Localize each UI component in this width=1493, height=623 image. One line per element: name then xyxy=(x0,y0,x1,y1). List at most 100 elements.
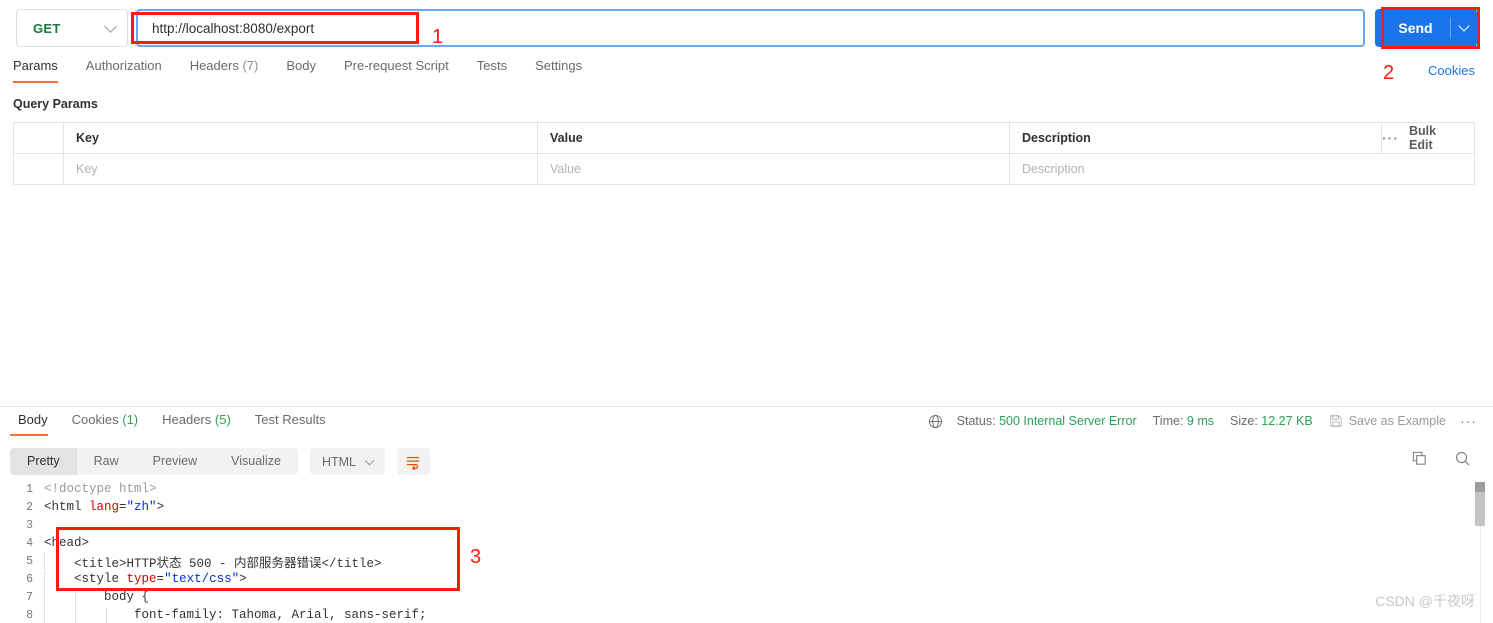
response-tab-headers-label: Headers xyxy=(162,412,212,427)
query-params-title: Query Params xyxy=(13,97,98,111)
response-tab-headers[interactable]: Headers (5) xyxy=(150,410,243,436)
row-description-cell[interactable]: Description xyxy=(1009,153,1475,185)
code-line: 5 <title>HTTP状态 500 - 内部服务器错误</title> xyxy=(0,551,1493,571)
tab-tests-label: Tests xyxy=(476,58,508,73)
response-tab-test-results[interactable]: Test Results xyxy=(243,410,338,436)
chevron-down-icon xyxy=(364,455,375,465)
url-input[interactable] xyxy=(136,9,1365,47)
indent-guide xyxy=(44,572,45,590)
time-text: Time: 9 ms xyxy=(1153,414,1214,428)
indent-guide xyxy=(106,608,107,623)
code-line-text: <title>HTTP状态 500 - 内部服务器错误</title> xyxy=(44,551,382,571)
code-line: 7 body { xyxy=(0,588,1493,608)
response-tab-body-label: Body xyxy=(18,412,48,427)
code-line: 2 <html lang="zh"> xyxy=(0,498,1493,516)
tab-params[interactable]: Params xyxy=(13,56,72,83)
format-tab-group: Pretty Raw Preview Visualize xyxy=(10,448,298,475)
status-label: Status: xyxy=(956,414,996,428)
indent-guide xyxy=(44,551,45,570)
tab-body-label: Body xyxy=(286,58,316,73)
indent-guide xyxy=(75,608,76,623)
response-tab-cookies-count: (1) xyxy=(122,412,139,427)
send-options-caret[interactable] xyxy=(1451,20,1477,34)
status-value: 500 Internal Server Error xyxy=(999,414,1137,428)
copy-icon[interactable] xyxy=(1411,450,1428,472)
http-method-label: GET xyxy=(33,20,61,36)
column-actions: ··· Bulk Edit xyxy=(1381,122,1475,154)
time-value: 9 ms xyxy=(1186,414,1214,428)
column-checkbox xyxy=(13,122,64,154)
response-format-toolbar: Pretty Raw Preview Visualize HTML xyxy=(10,448,430,475)
tab-headers-label: Headers xyxy=(189,58,239,73)
save-icon xyxy=(1329,415,1342,427)
watermark: CSDN @千夜呀 xyxy=(1375,593,1475,609)
indent-guide xyxy=(75,590,76,608)
row-value-cell[interactable]: Value xyxy=(537,153,1010,185)
indent-guide xyxy=(44,590,45,608)
language-select-label: HTML xyxy=(321,454,356,469)
language-select[interactable]: HTML xyxy=(309,448,385,475)
tab-settings[interactable]: Settings xyxy=(521,56,596,83)
chevron-down-icon xyxy=(1458,20,1470,32)
code-scrollbar-thumb[interactable] xyxy=(1475,482,1485,526)
response-status-bar: Status: 500 Internal Server Error Time: … xyxy=(928,413,1477,429)
globe-icon xyxy=(928,414,943,429)
tab-body[interactable]: Body xyxy=(272,56,330,83)
code-line-number: 3 xyxy=(26,518,33,532)
code-line-number: 1 xyxy=(26,482,33,496)
size-value: 12.27 KB xyxy=(1261,414,1313,428)
code-line-text: <head> xyxy=(44,536,90,550)
column-key: Key xyxy=(63,122,538,154)
tab-tests[interactable]: Tests xyxy=(463,56,521,83)
response-tab-test-results-label: Test Results xyxy=(254,412,326,427)
response-tab-cookies[interactable]: Cookies (1) xyxy=(60,410,150,436)
http-method-select[interactable]: GET xyxy=(16,9,128,47)
tab-headers[interactable]: Headers (7) xyxy=(176,56,273,83)
size-label: Size: xyxy=(1230,414,1258,428)
table-row[interactable]: Key Value Description xyxy=(13,153,1475,185)
cookies-link[interactable]: Cookies xyxy=(1428,63,1475,78)
send-button[interactable]: Send xyxy=(1375,9,1477,47)
code-scrollbar[interactable] xyxy=(1475,482,1485,623)
wrap-lines-button[interactable] xyxy=(396,448,430,475)
tab-params-label: Params xyxy=(13,58,58,73)
tab-settings-label: Settings xyxy=(535,58,583,73)
code-line-number: 2 xyxy=(26,500,33,514)
code-line: 3 xyxy=(0,516,1493,534)
table-header-row: Key Value Description ··· Bulk Edit xyxy=(13,122,1475,154)
format-tab-visualize[interactable]: Visualize xyxy=(214,448,298,475)
send-button-wrapper: Send xyxy=(1375,9,1477,47)
code-line: 4 <head> xyxy=(0,534,1493,552)
code-line: 1 <!doctype html> xyxy=(0,480,1493,498)
format-tab-pretty[interactable]: Pretty xyxy=(10,448,77,475)
url-input-wrapper xyxy=(136,9,1365,47)
chevron-down-icon xyxy=(104,19,117,33)
code-line: 6 <style type="text/css"> xyxy=(0,570,1493,590)
tab-pre-request-script[interactable]: Pre-request Script xyxy=(330,56,463,83)
format-tab-raw[interactable]: Raw xyxy=(77,448,136,475)
code-line: 8 font-family: Tahoma, Arial, sans-serif… xyxy=(0,606,1493,623)
code-line-number: 6 xyxy=(26,572,33,586)
indent-guide xyxy=(44,608,45,623)
bulk-edit-link[interactable]: Bulk Edit xyxy=(1409,124,1462,152)
time-label: Time: xyxy=(1152,414,1184,428)
row-key-cell[interactable]: Key xyxy=(63,153,538,185)
table-options-icon[interactable]: ··· xyxy=(1382,130,1399,146)
save-as-example-button[interactable]: Save as Example xyxy=(1329,414,1446,428)
save-as-example-label: Save as Example xyxy=(1348,414,1446,428)
response-body-code[interactable]: 1 <!doctype html> 2 <html lang="zh"> 3 4 <head… xyxy=(0,480,1493,623)
code-line-text: body { xyxy=(44,590,149,608)
response-tab-headers-count: (5) xyxy=(214,412,231,427)
format-tab-preview[interactable]: Preview xyxy=(136,448,214,475)
postman-window: GET Send 1 2 Params Authorization Header… xyxy=(0,0,1493,623)
size-text: Size: 12.27 KB xyxy=(1230,414,1313,428)
request-url-row: GET Send xyxy=(0,0,1493,56)
response-more-options-icon[interactable]: ··· xyxy=(1460,413,1477,429)
row-checkbox-cell[interactable] xyxy=(13,153,64,185)
code-line-number: 8 xyxy=(26,608,33,622)
request-tabs: Params Authorization Headers (7) Body Pr… xyxy=(0,56,1493,88)
search-icon[interactable] xyxy=(1454,450,1471,472)
tab-authorization[interactable]: Authorization xyxy=(72,56,176,83)
response-tab-cookies-label: Cookies xyxy=(71,412,119,427)
response-tab-body[interactable]: Body xyxy=(6,410,60,436)
